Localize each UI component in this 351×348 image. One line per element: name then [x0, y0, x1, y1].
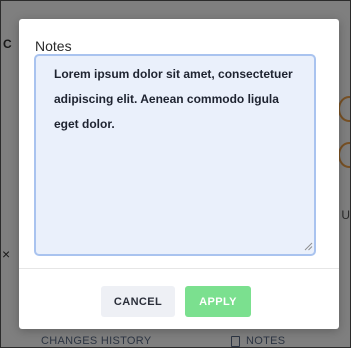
- resize-grip-icon[interactable]: [304, 242, 313, 251]
- app-frame: C U × CHANGES HISTORY NOTES Notes CANCEL…: [0, 0, 351, 348]
- notes-textarea[interactable]: [34, 54, 316, 256]
- notes-dialog: Notes CANCEL APPLY: [19, 19, 339, 329]
- notes-label: Notes: [35, 38, 72, 54]
- apply-button[interactable]: APPLY: [185, 286, 251, 317]
- dialog-divider: [19, 268, 339, 269]
- cancel-button[interactable]: CANCEL: [101, 286, 175, 317]
